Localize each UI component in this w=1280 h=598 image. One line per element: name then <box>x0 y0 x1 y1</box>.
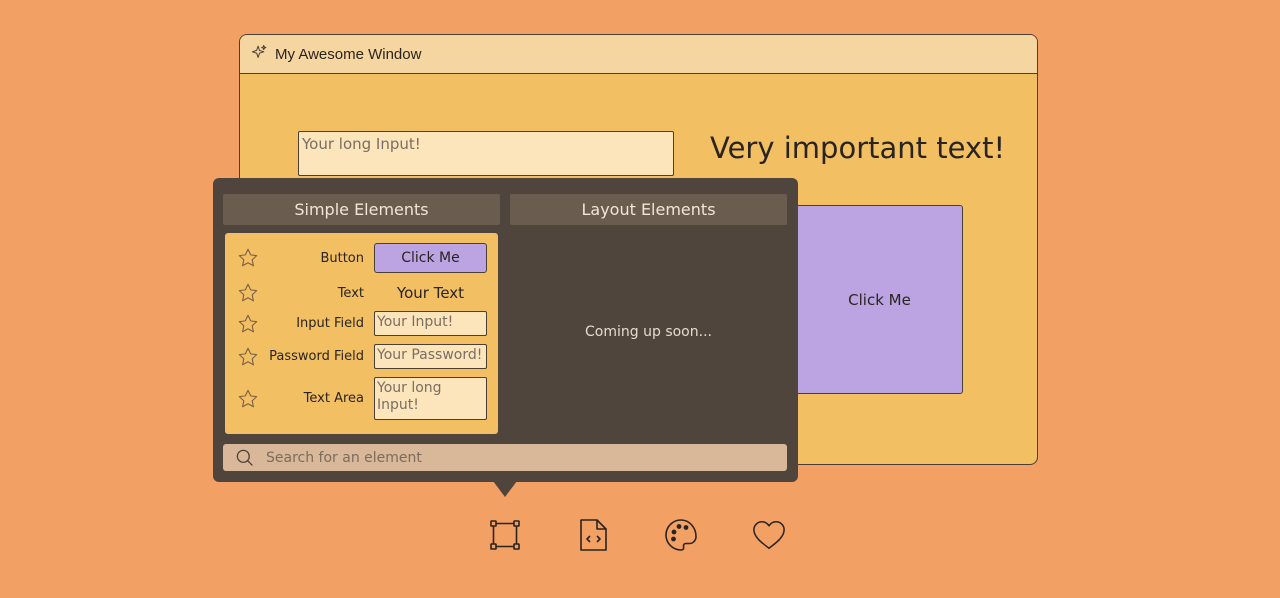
star-icon[interactable] <box>237 346 259 368</box>
layout-coming-soon: Coming up soon... <box>585 324 712 340</box>
popover-pointer <box>493 481 517 497</box>
element-label: Password Field <box>269 349 364 364</box>
list-item-password-field[interactable]: Password Field Your Password! <box>225 344 498 369</box>
list-item-button[interactable]: Button Click Me <box>225 243 498 273</box>
element-label: Input Field <box>296 316 364 331</box>
click-me-button[interactable]: Click Me <box>780 205 963 394</box>
list-item-input-field[interactable]: Input Field Your Input! <box>225 311 498 336</box>
search-icon <box>236 449 253 466</box>
code-file-icon[interactable] <box>576 518 610 552</box>
list-item-text-area[interactable]: Text Area Your long Input! <box>225 377 498 420</box>
password-preview[interactable]: Your Password! <box>374 344 487 369</box>
element-label: Text <box>337 285 364 301</box>
element-label: Button <box>320 250 364 266</box>
text-preview: Your Text <box>396 284 465 302</box>
select-frame-icon[interactable] <box>488 518 522 552</box>
star-icon[interactable] <box>237 388 259 410</box>
sparkle-icon <box>251 44 268 65</box>
tab-simple-elements[interactable]: Simple Elements <box>223 194 500 225</box>
star-icon[interactable] <box>237 313 259 335</box>
element-search-bar[interactable]: Search for an element <box>223 444 787 471</box>
element-picker-popover: Simple Elements Layout Elements Button C… <box>213 178 798 482</box>
long-input-field[interactable]: Your long Input! <box>298 131 674 176</box>
important-text: Very important text! <box>710 131 1006 165</box>
star-icon[interactable] <box>237 247 259 269</box>
palette-icon[interactable] <box>664 518 698 552</box>
window-titlebar[interactable]: My Awesome Window <box>240 35 1037 74</box>
heart-icon[interactable] <box>752 518 786 552</box>
search-input[interactable]: Search for an element <box>266 450 422 466</box>
input-preview[interactable]: Your Input! <box>374 311 487 336</box>
button-preview[interactable]: Click Me <box>374 243 487 273</box>
window-title: My Awesome Window <box>275 45 422 63</box>
tab-layout-elements[interactable]: Layout Elements <box>510 194 787 225</box>
simple-elements-panel: Button Click Me Text Your Text Input Fie… <box>225 233 498 434</box>
textarea-preview[interactable]: Your long Input! <box>374 377 487 420</box>
star-icon[interactable] <box>237 282 259 304</box>
element-label: Text Area <box>303 391 364 406</box>
list-item-text[interactable]: Text Your Text <box>225 282 498 304</box>
